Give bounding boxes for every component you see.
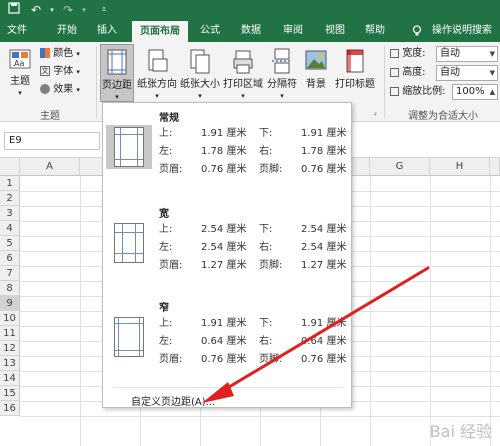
arrow-annotation [202,266,430,403]
watermark: Bai 经验 [429,422,492,441]
arrow-head [202,382,234,403]
arrow-shaft [212,266,430,398]
